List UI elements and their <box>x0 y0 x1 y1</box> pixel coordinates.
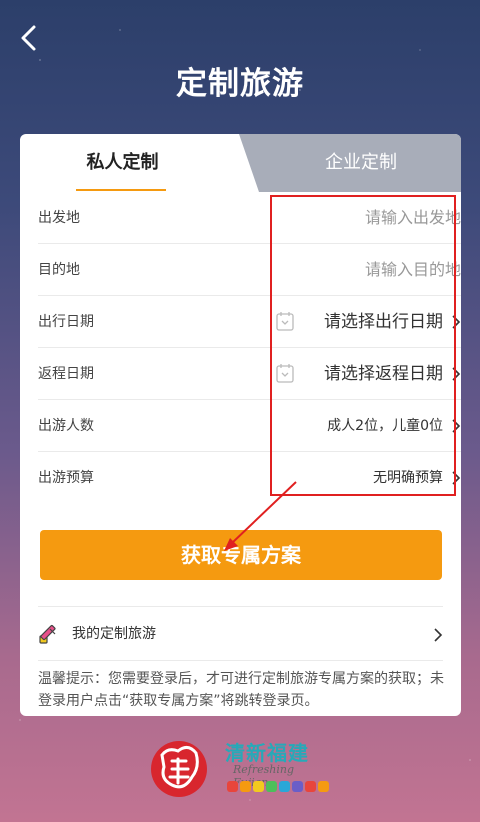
budget-row[interactable]: 出游预算 无明确预算 <box>38 452 461 504</box>
travelers-value[interactable]: 成人2位，儿童0位 <box>327 400 443 452</box>
my-custom-trip-link[interactable]: 我的定制旅游 <box>38 606 443 661</box>
chevron-right-icon <box>452 315 461 329</box>
chevron-right-icon <box>452 471 461 485</box>
refreshing-fujian-logo: 清新福建 Refreshing Fujian <box>225 737 330 799</box>
calendar-icon <box>276 312 294 331</box>
departure-field[interactable]: 出发地 请输入出发地 <box>38 192 461 244</box>
brand-dot <box>318 781 329 792</box>
form-card: 私人定制 企业定制 出发地 请输入出发地 目的地 请输入目的地 出行日期 请选择… <box>20 134 461 716</box>
pen-icon <box>39 624 56 644</box>
chevron-right-icon <box>434 628 443 642</box>
calendar-icon <box>276 364 294 383</box>
tab-bar: 私人定制 企业定制 <box>20 134 461 192</box>
return-date-row[interactable]: 返程日期 请选择返程日期 <box>38 348 461 400</box>
departure-date-label: 出行日期 <box>38 314 94 330</box>
departure-date-row[interactable]: 出行日期 请选择出行日期 <box>38 296 461 348</box>
tab-corporate-label[interactable]: 企业定制 <box>261 134 461 192</box>
brand-dot <box>305 781 316 792</box>
login-tip: 温馨提示：您需要登录后，才可进行定制旅游专属方案的获取；未登录用户点击“获取专属… <box>38 671 444 709</box>
travelers-label: 出游人数 <box>38 418 94 434</box>
fu-character-logo <box>151 741 207 797</box>
chevron-right-icon <box>452 419 461 433</box>
active-tab-indicator <box>76 189 166 191</box>
departure-input[interactable]: 请输入出发地 <box>365 192 461 244</box>
back-button[interactable] <box>14 22 44 54</box>
brand-title: 清新福建 <box>225 741 309 765</box>
my-custom-trip-label: 我的定制旅游 <box>72 626 156 642</box>
brand-dot <box>279 781 290 792</box>
return-date-value[interactable]: 请选择返程日期 <box>324 348 443 400</box>
tab-private-label: 私人定制 <box>86 152 159 173</box>
budget-label: 出游预算 <box>38 470 94 486</box>
footer-logos: 清新福建 Refreshing Fujian <box>0 733 480 803</box>
back-arrow-icon <box>21 25 36 51</box>
brand-color-dots <box>227 781 329 792</box>
destination-label: 目的地 <box>38 262 80 278</box>
chevron-right-icon <box>452 367 461 381</box>
departure-date-value[interactable]: 请选择出行日期 <box>324 296 443 348</box>
brand-dot <box>266 781 277 792</box>
page-title: 定制旅游 <box>176 66 304 102</box>
brand-dot <box>253 781 264 792</box>
departure-label: 出发地 <box>38 210 80 226</box>
destination-field[interactable]: 目的地 请输入目的地 <box>38 244 461 296</box>
brand-dot <box>292 781 303 792</box>
return-date-label: 返程日期 <box>38 366 94 382</box>
brand-dot <box>227 781 238 792</box>
travelers-row[interactable]: 出游人数 成人2位，儿童0位 <box>38 400 461 452</box>
budget-value[interactable]: 无明确预算 <box>373 452 443 504</box>
brand-dot <box>240 781 251 792</box>
destination-input[interactable]: 请输入目的地 <box>365 244 461 296</box>
get-plan-button[interactable]: 获取专属方案 <box>40 530 442 580</box>
